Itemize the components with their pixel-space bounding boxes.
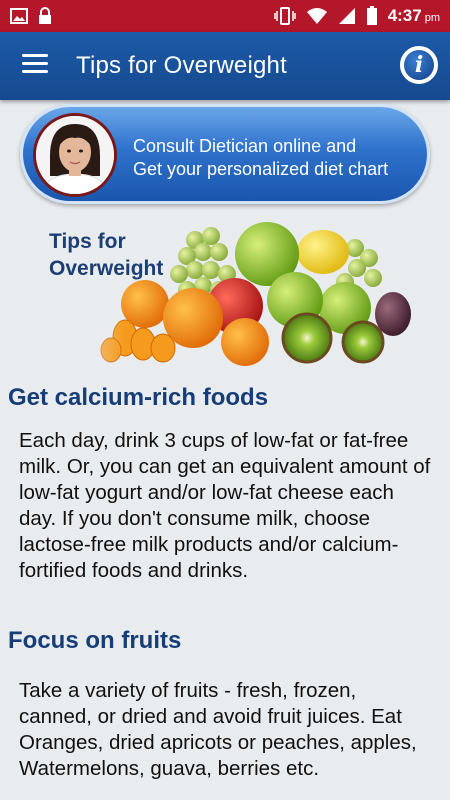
battery-icon xyxy=(366,6,377,25)
hamburger-icon[interactable] xyxy=(22,54,48,74)
hero-title: Tips for Overweight xyxy=(49,230,164,280)
section-heading: Get calcium-rich foods xyxy=(8,384,269,411)
section-body: Each day, drink 3 cups of low-fat or fat… xyxy=(19,429,431,582)
avatar xyxy=(33,113,117,197)
section-heading: Focus on fruits xyxy=(8,627,182,654)
consult-dietician-banner[interactable]: Consult Dietician online and Get your pe… xyxy=(20,104,430,204)
hero-fruit-image: Tips for Overweight xyxy=(45,218,415,368)
lock-icon xyxy=(39,7,51,24)
clock: 4:37 pm xyxy=(387,6,440,25)
app-bar: Tips for Overweight i xyxy=(0,32,450,100)
page-title: Tips for Overweight xyxy=(76,52,287,79)
signal-icon xyxy=(338,8,355,24)
info-icon: i xyxy=(404,50,434,80)
image-icon xyxy=(10,8,28,24)
consult-text: Consult Dietician online and Get your pe… xyxy=(133,136,389,179)
section-body: Take a variety of fruits - fresh, frozen… xyxy=(19,679,417,780)
wifi-icon xyxy=(306,8,327,24)
status-bar: 4:37 pm xyxy=(0,0,450,32)
vibrate-icon xyxy=(273,7,296,25)
info-button[interactable]: i xyxy=(400,46,438,84)
